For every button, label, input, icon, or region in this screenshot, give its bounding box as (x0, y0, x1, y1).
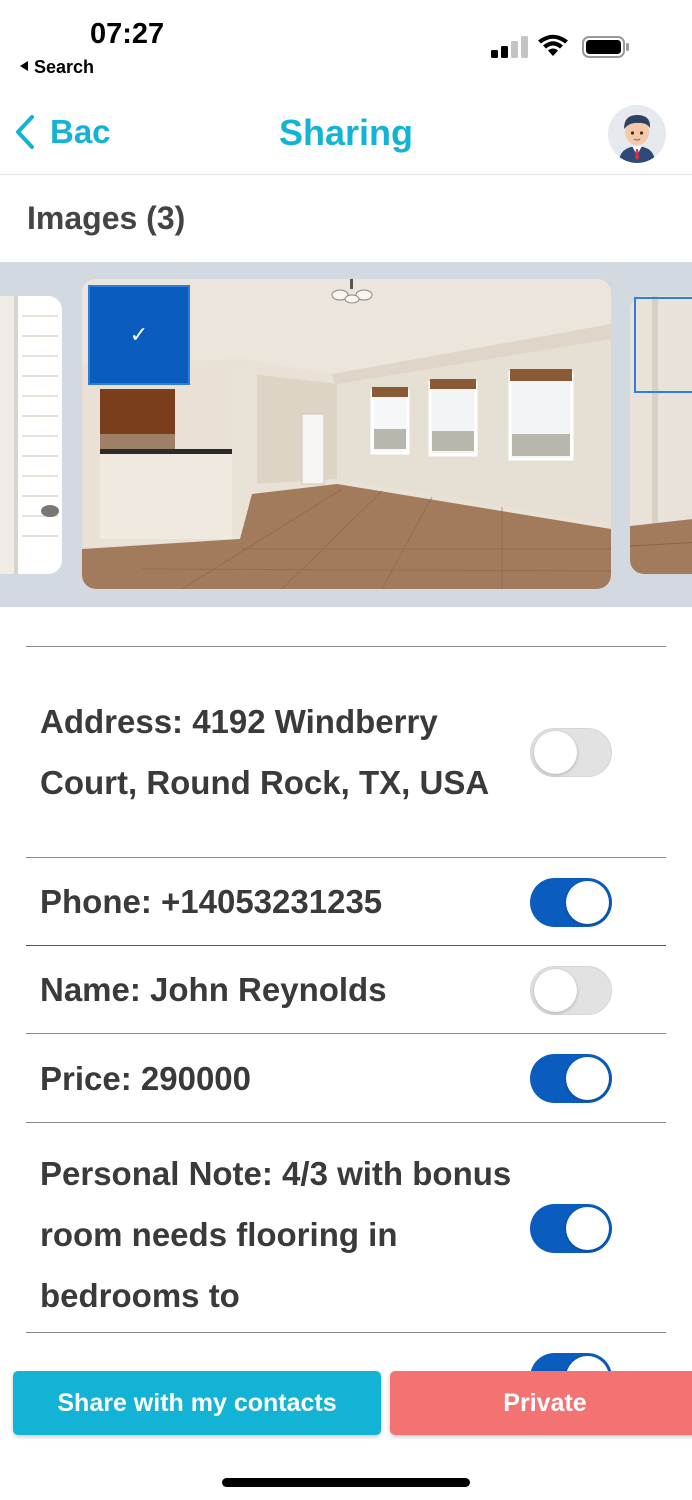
nav-bar: Bac Sharing (0, 90, 692, 175)
signal-icon (491, 36, 528, 58)
field-row-price: Price: 290000 (26, 1033, 666, 1122)
field-label-address: Address: 4192 Windberry Court, Round Roc… (40, 703, 490, 801)
toggle-phone[interactable] (530, 878, 612, 927)
home-indicator (222, 1478, 470, 1487)
back-triangle-icon (20, 61, 28, 72)
image-select-checkbox-next[interactable] (634, 297, 692, 393)
toggle-personal-note[interactable] (530, 1204, 612, 1253)
status-bar: 07:27 Search (0, 0, 692, 90)
status-time: 07:27 (90, 18, 165, 50)
checkmark-icon: ✓ (129, 322, 149, 347)
share-with-contacts-button[interactable]: Share with my contacts (13, 1371, 381, 1435)
toggle-address[interactable] (530, 728, 612, 777)
toggle-knob (566, 881, 609, 924)
field-label-name: Name: John Reynolds (40, 971, 387, 1008)
toggle-price[interactable] (530, 1054, 612, 1103)
toggle-knob (534, 731, 577, 774)
back-to-search-link[interactable]: Search (20, 57, 94, 78)
image-thumbnail-previous[interactable] (0, 296, 62, 574)
page-title: Sharing (278, 112, 413, 153)
back-app-label: Search (34, 57, 95, 77)
field-label-phone: Phone: +14053231235 (40, 883, 383, 920)
toggle-knob (566, 1356, 609, 1372)
field-row-partial (26, 1332, 666, 1372)
toggle-name[interactable] (530, 966, 612, 1015)
field-row-phone: Phone: +14053231235 (26, 857, 666, 945)
images-section-title: Images (3) (27, 200, 186, 236)
field-label-personal-note: Personal Note: 4/3 with bonus room needs… (40, 1154, 512, 1314)
avatar-icon[interactable] (608, 105, 666, 163)
field-label-price: Price: 290000 (40, 1059, 252, 1097)
toggle-partial[interactable] (530, 1353, 612, 1372)
toggle-knob (534, 969, 577, 1012)
battery-icon (582, 36, 629, 58)
field-row-name: Name: John Reynolds (26, 945, 666, 1033)
toggle-knob (566, 1057, 609, 1100)
share-fields-list: Address: 4192 Windberry Court, Round Roc… (26, 646, 666, 1372)
private-button[interactable]: Private (390, 1371, 692, 1435)
toggle-knob (566, 1207, 609, 1250)
field-row-address: Address: 4192 Windberry Court, Round Roc… (26, 646, 666, 857)
wifi-icon (538, 34, 568, 56)
field-row-personal-note: Personal Note: 4/3 with bonus room needs… (26, 1122, 666, 1332)
image-selected-checkbox[interactable]: ✓ (88, 285, 190, 385)
